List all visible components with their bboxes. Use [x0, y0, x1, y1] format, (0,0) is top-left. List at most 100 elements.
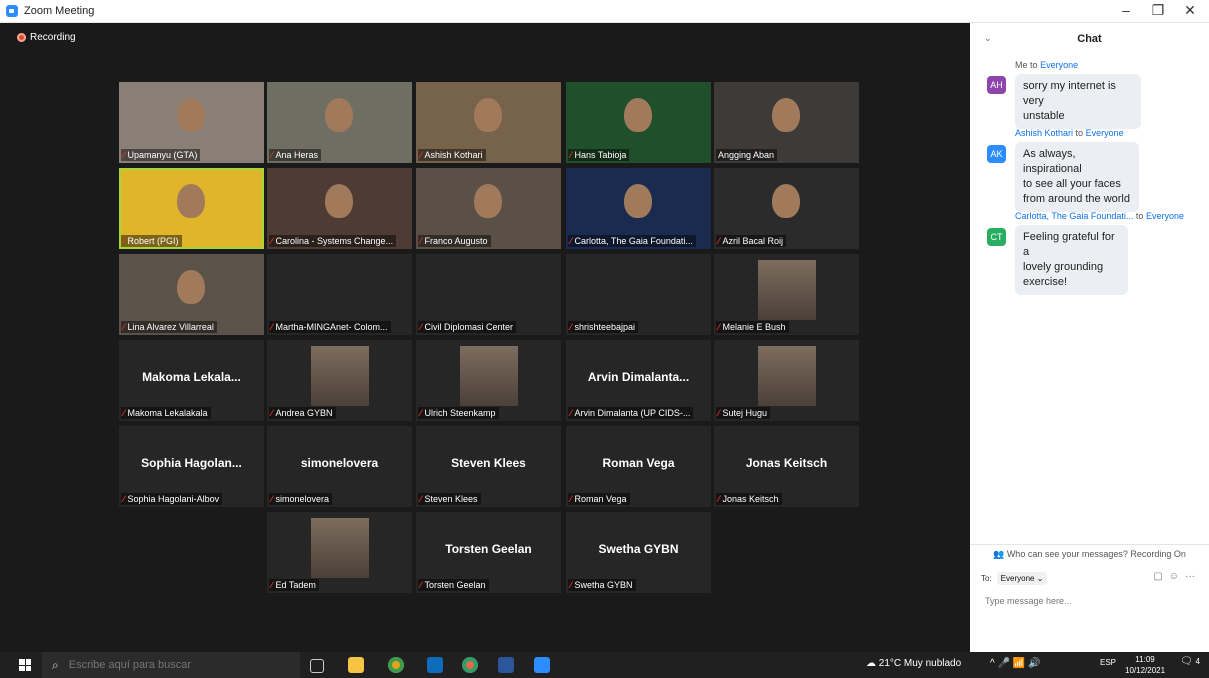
participant-name: shrishteebajpai	[574, 322, 636, 332]
participant-tile[interactable]: ⁄ Civil Diplomasi Center	[416, 254, 561, 335]
participant-tile[interactable]: Torsten Geelan ⁄ Torsten Geelan	[416, 512, 561, 593]
microphone-muted-icon: ⁄	[718, 322, 720, 332]
maximize-button[interactable]: ❐	[1148, 2, 1168, 19]
recipient-row: To: Everyone ⌄	[981, 572, 1048, 585]
notification-center[interactable]: 🗨 4	[1180, 656, 1200, 667]
participant-name-label: ⁄ Roman Vega	[568, 493, 630, 505]
microphone-muted-icon: ⁄	[123, 236, 125, 246]
participant-tile[interactable]: Sophia Hagolan... ⁄ Sophia Hagolani-Albov	[119, 426, 264, 507]
chrome-icon[interactable]	[388, 657, 404, 673]
microphone-icon[interactable]: 🎤	[997, 658, 1009, 669]
zoom-taskbar-icon[interactable]	[534, 657, 550, 673]
microphone-muted-icon: ⁄	[420, 408, 422, 418]
participant-video	[772, 98, 800, 132]
message-recipient[interactable]: Everyone	[1146, 211, 1184, 221]
chat-message-input[interactable]	[983, 595, 1197, 607]
microphone-muted-icon: ⁄	[570, 494, 572, 504]
participant-tile[interactable]: simonelovera ⁄ simonelovera	[267, 426, 412, 507]
weather-widget[interactable]: ☁ 21°C Muy nublado	[866, 658, 961, 669]
participant-tile[interactable]: ⁄ Azril Bacal Roij	[714, 168, 859, 249]
participant-name-label: Angging Aban	[716, 149, 778, 161]
participant-name: Jonas Keitsch	[722, 494, 779, 504]
outlook-icon[interactable]	[427, 657, 443, 673]
message-sender: Me	[1015, 60, 1028, 70]
participant-tile[interactable]: Arvin Dimalanta... ⁄ Arvin Dimalanta (UP C…	[566, 340, 711, 421]
participant-tile[interactable]: ⁄ Carlotta, The Gaia Foundati...	[566, 168, 711, 249]
participant-tile[interactable]: Makoma Lekala... ⁄ Makoma Lekalakala	[119, 340, 264, 421]
participant-display-name: Torsten Geelan	[445, 542, 532, 556]
microphone-muted-icon: ⁄	[570, 236, 572, 246]
participant-tile[interactable]: Roman Vega ⁄ Roman Vega	[566, 426, 711, 507]
file-explorer-icon[interactable]	[348, 657, 364, 673]
message-text: sorry my internet is very	[1023, 80, 1116, 107]
participant-name-label: ⁄ Sutej Hugu	[716, 407, 771, 419]
word-icon[interactable]	[498, 657, 514, 673]
close-button[interactable]: ✕	[1180, 2, 1200, 19]
participant-tile[interactable]: Angging Aban	[714, 82, 859, 163]
microphone-muted-icon: ⁄	[420, 150, 422, 160]
participant-tile[interactable]: Steven Klees ⁄ Steven Klees	[416, 426, 561, 507]
participant-tile[interactable]: ⁄ shrishteebajpai	[566, 254, 711, 335]
search-input[interactable]	[66, 658, 271, 672]
message-recipient[interactable]: Everyone	[1040, 60, 1078, 70]
recipient-dropdown[interactable]: Everyone ⌄	[996, 572, 1048, 585]
task-view-icon[interactable]	[310, 659, 324, 673]
participant-video	[772, 184, 800, 218]
participant-name: Melanie E Bush	[722, 322, 786, 332]
participant-name-label: ⁄ Ulrich Steenkamp	[418, 407, 499, 419]
participant-tile[interactable]: ⁄ Ashish Kothari	[416, 82, 561, 163]
participant-tile[interactable]: Swetha GYBN ⁄ Swetha GYBN	[566, 512, 711, 593]
message-sender[interactable]: Carlotta, The Gaia Foundati...	[1015, 211, 1133, 221]
microphone-muted-icon: ⁄	[123, 322, 125, 332]
privacy-note[interactable]: 👥 Who can see your messages? Recording O…	[970, 544, 1209, 567]
participant-tile[interactable]: ⁄ Lina Alvarez Villarreal	[119, 254, 264, 335]
minimize-button[interactable]: –	[1116, 2, 1136, 18]
participant-tile[interactable]: ⁄ Melanie E Bush	[714, 254, 859, 335]
speaker-icon[interactable]: 🔊	[1028, 658, 1040, 669]
notification-count: 4	[1195, 657, 1200, 666]
chrome-profile-icon[interactable]	[462, 657, 478, 673]
microphone-muted-icon: ⁄	[420, 580, 422, 590]
participant-tile[interactable]: ⁄ Sutej Hugu	[714, 340, 859, 421]
message-sender[interactable]: Ashish Kothari	[1015, 128, 1073, 138]
message-to-word: to	[1075, 128, 1084, 138]
chevron-up-icon[interactable]: ^	[990, 658, 995, 669]
message-bubble: As always, inspirational to see all your…	[1015, 142, 1139, 212]
participant-tile[interactable]: ⁄ Hans Tabioja	[566, 82, 711, 163]
participant-tile[interactable]: ⁄ Robert (PGI)	[119, 168, 264, 249]
microphone-muted-icon: ⁄	[420, 236, 422, 246]
participant-tile[interactable]: ⁄ Carolina - Systems Change...	[267, 168, 412, 249]
participant-tile[interactable]: ⁄ Ana Heras	[267, 82, 412, 163]
profile-photo	[460, 346, 518, 406]
network-icon[interactable]: 📶	[1013, 658, 1025, 669]
participant-tile[interactable]: ⁄ Ulrich Steenkamp	[416, 340, 561, 421]
participant-tile[interactable]: ⁄ Andrea GYBN	[267, 340, 412, 421]
emoji-icon[interactable]: ☺	[1169, 571, 1179, 582]
participant-name: Sutej Hugu	[722, 408, 768, 418]
participant-name: Arvin Dimalanta (UP CIDS-...	[574, 408, 691, 418]
participant-tile[interactable]: ⁄ Ed Tadem	[267, 512, 412, 593]
participant-tile[interactable]: ⁄ Martha-MINGAnet- Colom...	[267, 254, 412, 335]
more-icon[interactable]: ···	[1185, 571, 1195, 582]
chevron-down-icon: ⌄	[1036, 574, 1044, 583]
taskbar-search[interactable]: ⌕	[42, 652, 300, 678]
participant-tile[interactable]: Jonas Keitsch ⁄ Jonas Keitsch	[714, 426, 859, 507]
participant-name: Upamanyu (GTA)	[127, 150, 198, 160]
participant-tile[interactable]: ⁄ Franco Augusto	[416, 168, 561, 249]
participant-name-label: ⁄ Hans Tabioja	[568, 149, 630, 161]
windows-start-icon[interactable]	[19, 659, 31, 671]
participant-name: Swetha GYBN	[574, 580, 633, 590]
message-recipient[interactable]: Everyone	[1086, 128, 1124, 138]
file-icon[interactable]: ▢	[1153, 571, 1162, 582]
title-bar: Zoom Meeting – ❐ ✕	[0, 0, 1209, 23]
participant-name: Ashish Kothari	[424, 150, 483, 160]
participant-name: Steven Klees	[424, 494, 478, 504]
participant-name-label: ⁄ Azril Bacal Roij	[716, 235, 787, 247]
microphone-muted-icon: ⁄	[570, 150, 572, 160]
microphone-muted-icon: ⁄	[718, 236, 720, 246]
language-indicator[interactable]: ESP	[1100, 658, 1116, 667]
participant-name: Carolina - Systems Change...	[275, 236, 394, 246]
microphone-muted-icon: ⁄	[271, 150, 273, 160]
clock[interactable]: 11:09 10/12/2021	[1125, 654, 1165, 676]
participant-tile[interactable]: ⁄ Upamanyu (GTA)	[119, 82, 264, 163]
